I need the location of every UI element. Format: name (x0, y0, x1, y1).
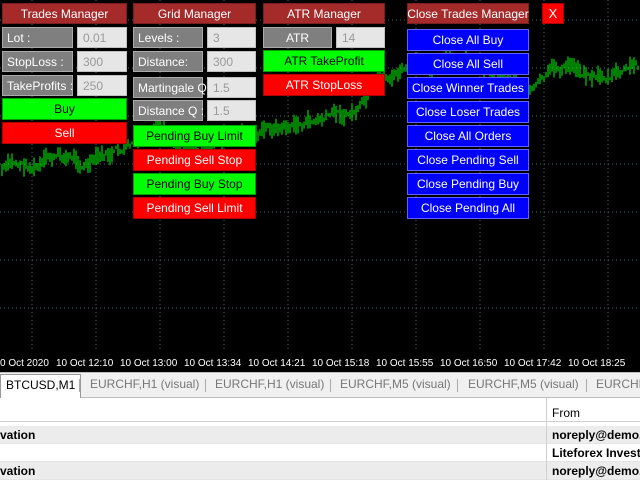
pending-sell-stop-button[interactable]: Pending Sell Stop (133, 149, 256, 171)
stoploss-label: StopLoss : (2, 51, 73, 72)
time-tick: 10 Oct 18:25 (568, 358, 626, 369)
time-tick: 10 Oct 15:55 (376, 358, 434, 369)
pending-buy-stop-button[interactable]: Pending Buy Stop (133, 173, 256, 195)
tab-separator (586, 379, 587, 392)
from-column-header[interactable]: From (552, 406, 580, 420)
time-tick: 10 Oct 15:18 (312, 358, 370, 369)
mail-subject: vation (0, 464, 36, 478)
mail-row[interactable]: Liteforex Invest (0, 444, 640, 462)
mail-from: Liteforex Invest (552, 446, 640, 460)
time-tick: 10 Oct 12:10 (56, 358, 114, 369)
tab-separator (205, 379, 206, 392)
close-panel-button[interactable]: X (542, 3, 564, 24)
levels-input[interactable]: 3 (207, 27, 256, 48)
close-pending-buy-button[interactable]: Close Pending Buy (407, 173, 529, 195)
price-chart[interactable]: Trades Manager Lot : 0.01 StopLoss : 300… (0, 0, 640, 372)
mail-row[interactable]: vation noreply@demo. (0, 426, 640, 444)
lot-label: Lot : (2, 27, 73, 48)
atr-input[interactable]: 14 (336, 27, 385, 48)
levels-label: Levels : (133, 27, 203, 48)
column-divider (546, 398, 547, 480)
mailbox-panel: From vation noreply@demo. Liteforex Inve… (0, 398, 640, 480)
takeprofits-input[interactable]: 250 (77, 75, 127, 96)
distance-input[interactable]: 300 (207, 51, 256, 72)
time-tick: 10 Oct 13:34 (184, 358, 242, 369)
distance-q-label: Distance Q : (133, 100, 204, 121)
time-tick: 0 Oct 2020 (0, 358, 49, 369)
tab-eurchf-h1-visual[interactable]: EURCHF,H1 (visual) (90, 377, 199, 391)
mail-from: noreply@demo. (552, 428, 640, 442)
close-pending-all-button[interactable]: Close Pending All (407, 197, 529, 219)
tab-eurchf-m5-visual[interactable]: EURCHF,M5 (visual) (340, 377, 451, 391)
chart-tabs-bar: BTCUSD,M1 EURCHF,H1 (visual) EURCHF,H1 (… (0, 372, 640, 398)
atr-label: ATR (263, 27, 332, 48)
trades-manager-header[interactable]: Trades Manager (2, 3, 127, 24)
martingale-label: Martingale Q : (133, 77, 213, 98)
buy-button[interactable]: Buy (2, 98, 127, 120)
distance-label: Distance: (133, 51, 203, 72)
time-tick: 10 Oct 16:50 (440, 358, 498, 369)
close-pending-sell-button[interactable]: Close Pending Sell (407, 149, 529, 171)
close-loser-trades-button[interactable]: Close Loser Trades (407, 101, 529, 123)
tab-eurchf[interactable]: EURCHF (596, 377, 640, 391)
close-all-sell-button[interactable]: Close All Sell (407, 53, 529, 75)
sell-button[interactable]: Sell (2, 122, 127, 144)
close-winner-trades-button[interactable]: Close Winner Trades (407, 77, 529, 99)
time-tick: 10 Oct 17:42 (504, 358, 562, 369)
pending-sell-limit-button[interactable]: Pending Sell Limit (133, 197, 256, 219)
mail-row[interactable]: vation noreply@demo. (0, 462, 640, 480)
mail-subject: vation (0, 428, 36, 442)
stoploss-input[interactable]: 300 (77, 51, 127, 72)
tab-separator (330, 379, 331, 392)
distance-q-input[interactable]: 1.5 (207, 100, 256, 121)
mailbox-header-row: From (0, 404, 640, 422)
close-trades-manager-header[interactable]: Close Trades Manager (407, 3, 529, 24)
tab-eurchf-h1-visual[interactable]: EURCHF,H1 (visual) (215, 377, 324, 391)
tab-separator (79, 379, 80, 392)
atr-stoploss-button[interactable]: ATR StopLoss (263, 74, 385, 96)
grid-manager-header[interactable]: Grid Manager (133, 3, 256, 24)
tab-btcusd-m1[interactable]: BTCUSD,M1 (0, 374, 82, 398)
close-all-buy-button[interactable]: Close All Buy (407, 29, 529, 51)
tab-eurchf-m5-visual[interactable]: EURCHF,M5 (visual) (468, 377, 579, 391)
martingale-input[interactable]: 1.5 (207, 77, 256, 98)
pending-buy-limit-button[interactable]: Pending Buy Limit (133, 125, 256, 147)
close-all-orders-button[interactable]: Close All Orders (407, 125, 529, 147)
takeprofits-label: TakeProfits : (2, 75, 73, 96)
tab-separator (457, 379, 458, 392)
atr-manager-header[interactable]: ATR Manager (263, 3, 385, 24)
time-tick: 10 Oct 13:00 (120, 358, 178, 369)
atr-takeprofit-button[interactable]: ATR TakeProfit (263, 50, 385, 72)
mail-from: noreply@demo. (552, 464, 640, 478)
time-tick: 10 Oct 14:21 (248, 358, 306, 369)
lot-input[interactable]: 0.01 (77, 27, 127, 48)
time-axis: 0 Oct 2020 10 Oct 12:10 10 Oct 13:00 10 … (0, 355, 640, 372)
